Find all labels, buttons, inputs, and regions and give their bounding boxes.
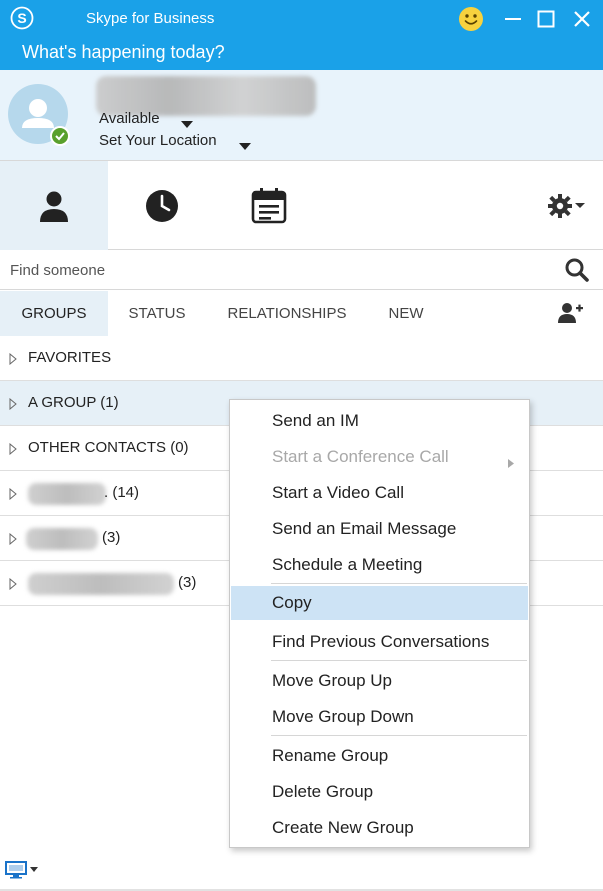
menu-item-start-video-call[interactable]: Start a Video Call [231,476,528,510]
profile-area: Available Set Your Location [0,70,603,160]
expand-arrow-icon[interactable] [9,352,17,369]
bottom-bar [0,856,603,891]
monitor-icon [5,861,27,879]
menu-separator [271,660,527,661]
redacted-group-name [28,483,106,505]
expand-arrow-icon[interactable] [9,577,17,594]
list-item[interactable]: FAVORITES [0,336,603,381]
window-title: Skype for Business [86,10,215,27]
tab-status[interactable]: STATUS [118,291,196,336]
menu-item-move-group-up[interactable]: Move Group Up [231,664,528,698]
menu-separator [271,735,527,736]
tab-conversations[interactable] [108,161,216,250]
menu-item-send-email[interactable]: Send an Email Message [231,512,528,546]
svg-text:S: S [17,10,26,26]
chevron-down-icon[interactable] [239,138,251,156]
expand-arrow-icon[interactable] [9,397,17,414]
minimize-button[interactable] [498,4,528,34]
tab-new[interactable]: NEW [380,291,432,336]
status-dropdown[interactable]: Available [99,110,160,127]
menu-item-send-im[interactable]: Send an IM [231,404,528,438]
banner-text: What's happening today? [22,42,225,62]
search-bar [0,250,603,290]
close-icon [574,11,590,27]
menu-item-find-previous-conversations[interactable]: Find Previous Conversations [231,625,528,659]
options-button[interactable] [540,189,592,223]
calendar-icon [251,187,287,223]
present-desktop-button[interactable] [5,861,38,879]
contacts-icon [40,191,68,222]
tab-relationships[interactable]: RELATIONSHIPS [220,291,354,336]
minimize-icon [505,18,521,20]
close-button[interactable] [567,4,597,34]
clock-icon [146,189,178,222]
group-count: (3) [178,574,197,591]
group-label: FAVORITES [28,349,112,366]
menu-item-move-group-down[interactable]: Move Group Down [231,700,528,734]
smiley-emoticon-button[interactable] [456,4,486,34]
menu-item-start-conference-call[interactable]: Start a Conference Call [231,440,528,474]
add-contact-icon[interactable] [556,301,584,330]
skype-logo-icon: S [10,6,34,30]
menu-item-schedule-meeting[interactable]: Schedule a Meeting [231,548,528,582]
menu-item-create-new-group[interactable]: Create New Group [231,811,528,845]
expand-arrow-icon[interactable] [9,532,17,549]
main-nav [0,160,603,250]
submenu-arrow-icon [508,453,514,473]
menu-item-copy[interactable]: Copy [231,586,528,620]
checkmark-icon [55,132,65,141]
redacted-group-name [26,528,98,550]
expand-arrow-icon[interactable] [9,487,17,504]
tab-meetings[interactable] [216,161,324,250]
group-count: (3) [102,529,121,546]
group-context-menu: Send an IM Start a Conference Call Start… [229,399,530,848]
smiley-icon [459,7,483,31]
presence-indicator [50,126,70,146]
tab-contacts[interactable] [0,161,108,250]
group-count: . (14) [104,484,140,501]
search-input[interactable] [0,250,555,290]
expand-arrow-icon[interactable] [9,442,17,459]
maximize-button[interactable] [531,4,561,34]
maximize-icon [537,10,555,28]
location-dropdown[interactable]: Set Your Location [99,132,217,149]
chevron-down-icon [575,203,585,208]
tab-groups[interactable]: GROUPS [0,291,108,336]
menu-item-delete-group[interactable]: Delete Group [231,775,528,809]
group-label: OTHER CONTACTS (0) [28,439,189,456]
title-bar: S Skype for Business [0,0,603,38]
gear-icon [548,194,572,218]
redacted-group-name [28,573,174,595]
contact-filter-tabs: GROUPS STATUS RELATIONSHIPS NEW [0,291,603,336]
menu-item-label: Start a Conference Call [272,447,449,466]
chevron-down-icon [30,867,38,872]
menu-item-rename-group[interactable]: Rename Group [231,739,528,773]
whats-happening-banner[interactable]: What's happening today? [0,38,603,70]
search-icon[interactable] [564,257,590,288]
group-label: A GROUP (1) [28,394,119,411]
menu-separator [271,583,527,584]
